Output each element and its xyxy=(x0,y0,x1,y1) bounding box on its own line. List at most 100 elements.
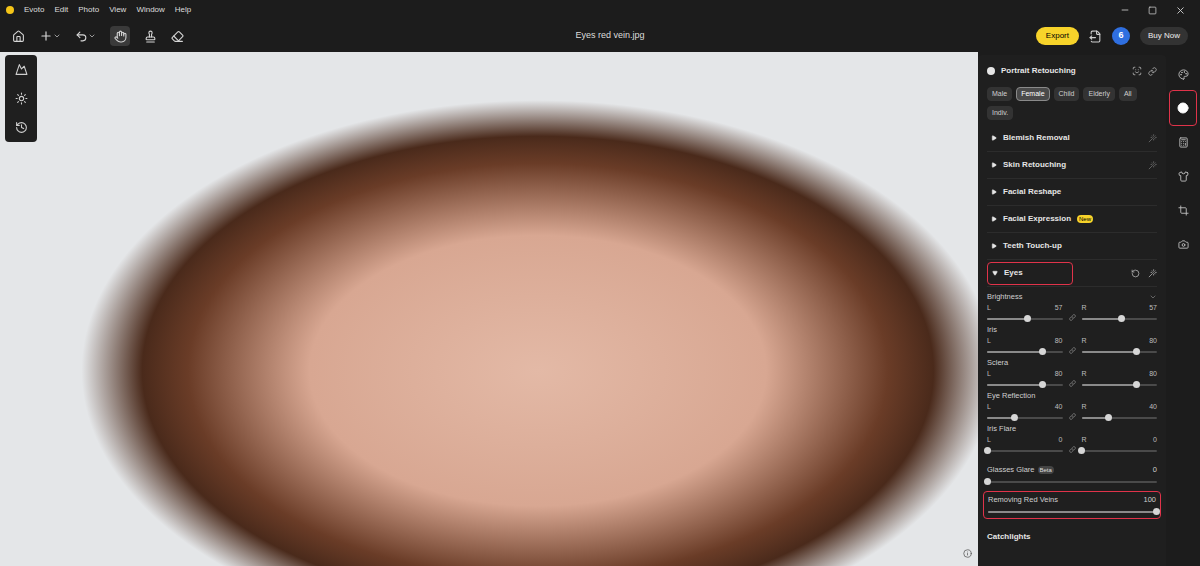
face-scan-icon[interactable] xyxy=(1132,66,1142,76)
slider-knob[interactable] xyxy=(1153,508,1160,515)
link-icon[interactable] xyxy=(1069,314,1076,321)
slider-track[interactable] xyxy=(1082,414,1158,421)
side-slider: R80 xyxy=(1082,337,1158,355)
slider-track[interactable] xyxy=(1082,348,1158,355)
export-button[interactable]: Export xyxy=(1036,27,1079,45)
palette-icon xyxy=(1178,69,1189,80)
section-header[interactable]: Skin Retouching xyxy=(987,152,1157,179)
menu-item[interactable]: Help xyxy=(175,4,191,16)
close-icon[interactable] xyxy=(1175,5,1186,16)
side-slider: R40 xyxy=(1082,403,1158,421)
slider-track[interactable] xyxy=(987,478,1157,485)
slider-knob[interactable] xyxy=(1133,381,1140,388)
filter-chip[interactable]: Male xyxy=(987,87,1012,101)
credits-badge[interactable]: 6 xyxy=(1112,27,1130,45)
section-header[interactable]: Facial Reshape xyxy=(987,179,1157,206)
slider-track[interactable] xyxy=(1082,315,1158,322)
filter-chip[interactable]: Female xyxy=(1016,87,1049,101)
dropdown-icon[interactable] xyxy=(53,32,61,40)
wand-icon[interactable] xyxy=(1148,269,1157,278)
eraser-icon[interactable] xyxy=(171,30,184,43)
history-icon[interactable] xyxy=(15,121,28,134)
section-header[interactable]: Teeth Touch-up xyxy=(987,233,1157,260)
slider-track[interactable] xyxy=(1082,447,1158,454)
slider-label: Eye Reflection xyxy=(987,391,1035,401)
dropdown-icon[interactable] xyxy=(1149,293,1157,301)
slider-knob[interactable] xyxy=(984,478,991,485)
dropdown-icon[interactable] xyxy=(88,32,96,40)
menu-item[interactable]: Window xyxy=(136,4,164,16)
slider-knob[interactable] xyxy=(1039,348,1046,355)
filter-chip[interactable]: Elderly xyxy=(1083,87,1114,101)
slider-knob[interactable] xyxy=(1024,315,1031,322)
menu-item[interactable]: View xyxy=(109,4,126,16)
side-tab[interactable] xyxy=(1169,165,1197,187)
section-header[interactable]: Blemish Removal xyxy=(987,125,1157,152)
slider-knob[interactable] xyxy=(1039,381,1046,388)
canvas[interactable] xyxy=(0,52,978,566)
side-tab[interactable] xyxy=(1169,63,1197,85)
side-label: R xyxy=(1082,403,1087,411)
reset-icon[interactable] xyxy=(1131,269,1140,278)
side-label: R xyxy=(1082,304,1087,312)
tool-strip xyxy=(5,55,37,142)
maximize-icon[interactable] xyxy=(1148,6,1157,15)
side-tab[interactable] xyxy=(1169,233,1197,255)
slider-knob[interactable] xyxy=(1011,414,1018,421)
side-label: L xyxy=(987,403,991,411)
landscape-icon[interactable] xyxy=(15,63,28,76)
menu-item[interactable]: Evoto xyxy=(24,4,44,16)
buy-button[interactable]: Buy Now xyxy=(1140,27,1188,45)
slider-track[interactable] xyxy=(1082,381,1158,388)
section-header[interactable]: Facial ExpressionNew xyxy=(987,206,1157,233)
slider-knob[interactable] xyxy=(1105,414,1112,421)
link-icon[interactable] xyxy=(1069,413,1076,420)
menu-item[interactable]: Photo xyxy=(78,4,99,16)
section-header[interactable]: Eyes xyxy=(987,260,1157,287)
slider-track[interactable] xyxy=(987,348,1063,355)
side-label: L xyxy=(987,436,991,444)
undo-icon[interactable] xyxy=(75,30,88,43)
toolbar: Eyes red vein.jpg Export 6 Buy Now xyxy=(0,20,1200,52)
slider-knob[interactable] xyxy=(984,447,991,454)
light-icon[interactable] xyxy=(15,92,28,105)
filter-chip[interactable]: Indiv. xyxy=(987,106,1013,120)
beta-badge: Beta xyxy=(1038,466,1054,474)
link-icon[interactable] xyxy=(1148,67,1157,76)
menu-item[interactable]: Edit xyxy=(54,4,68,16)
slider-track[interactable] xyxy=(988,508,1156,515)
minimize-icon[interactable] xyxy=(1120,5,1130,15)
slider-knob[interactable] xyxy=(1133,348,1140,355)
link-icon[interactable] xyxy=(1069,446,1076,453)
pair-slider: BrightnessL57R57 xyxy=(987,292,1157,325)
slider-track[interactable] xyxy=(987,447,1063,454)
filter-chip[interactable]: All xyxy=(1119,87,1137,101)
panel-dot-icon xyxy=(987,67,995,75)
share-icon[interactable] xyxy=(1089,30,1102,43)
slider-value: 57 xyxy=(1055,304,1063,312)
link-icon[interactable] xyxy=(1069,347,1076,354)
side-tab[interactable] xyxy=(1169,199,1197,221)
stamp-icon[interactable] xyxy=(144,30,157,43)
file-title: Eyes red vein.jpg xyxy=(575,29,644,43)
side-label: R xyxy=(1082,370,1087,378)
wand-icon[interactable] xyxy=(1148,161,1157,170)
slider-track[interactable] xyxy=(987,414,1063,421)
link-icon[interactable] xyxy=(1069,380,1076,387)
slider-track[interactable] xyxy=(987,315,1063,322)
catchlights-label[interactable]: Catchlights xyxy=(987,531,1157,543)
slider-knob[interactable] xyxy=(1078,447,1085,454)
home-icon[interactable] xyxy=(12,30,25,43)
slider-knob[interactable] xyxy=(1118,315,1125,322)
single-slider: Removing Red Veins100 xyxy=(983,491,1161,519)
side-tab[interactable] xyxy=(1169,131,1197,153)
slider-track[interactable] xyxy=(987,381,1063,388)
info-icon[interactable] xyxy=(963,549,972,558)
add-icon[interactable] xyxy=(39,29,53,43)
hand-tool[interactable] xyxy=(110,26,130,46)
filter-chip[interactable]: Child xyxy=(1054,87,1080,101)
slider-label: Glasses Glare xyxy=(987,465,1035,475)
slider-value: 80 xyxy=(1055,370,1063,378)
wand-icon[interactable] xyxy=(1148,134,1157,143)
side-tab[interactable] xyxy=(1169,90,1197,126)
